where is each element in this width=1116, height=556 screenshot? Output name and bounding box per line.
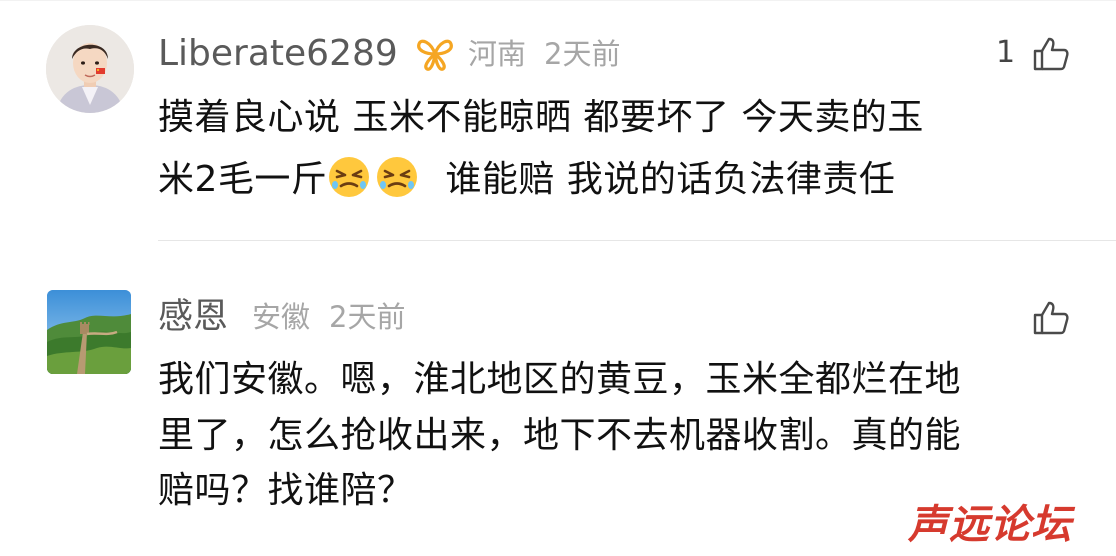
comment-text-line: 里了，怎么抢收出来，地下不去机器收割。真的能 xyxy=(158,415,962,456)
comment-time: 2天前 xyxy=(544,37,621,71)
comment-text-line: 米2毛一斤 谁能赔 我说的话负法律责任 xyxy=(158,155,895,199)
comment-location: 安徽 xyxy=(252,300,311,334)
comment-time: 2天前 xyxy=(329,300,406,334)
username[interactable]: 感恩 xyxy=(158,300,228,335)
comment-text-line: 摸着良心说 玉米不能晾晒 都要坏了 今天卖的玉 xyxy=(158,97,924,138)
thumbs-up-icon[interactable] xyxy=(1032,36,1070,72)
thumbs-up-icon[interactable] xyxy=(1032,300,1070,336)
angry-face-emoji xyxy=(327,155,371,199)
angry-face-emoji xyxy=(375,155,419,199)
comment-text-line: 我们安徽。嗯，淮北地区的黄豆，玉米全都烂在地 xyxy=(158,359,962,400)
comment-text-segment: 谁能赔 我说的话负法律责任 xyxy=(445,159,896,200)
comment-item[interactable]: Liberate6289 河南 2天前 1 摸着良心说 玉米不能晾晒 都要坏了 … xyxy=(0,0,1116,240)
butterfly-vip-icon[interactable] xyxy=(415,36,455,72)
username[interactable]: Liberate6289 xyxy=(158,36,398,72)
watermark-logo: 声远论坛 xyxy=(908,502,1072,548)
avatar[interactable] xyxy=(47,290,131,374)
avatar[interactable] xyxy=(46,25,134,113)
comment-text-line: 赔吗？找谁陪？ xyxy=(158,470,414,511)
comment-text-segment: 米2毛一斤 xyxy=(158,159,328,200)
comment-location: 河南 xyxy=(468,37,527,71)
like-count: 1 xyxy=(996,35,1016,70)
